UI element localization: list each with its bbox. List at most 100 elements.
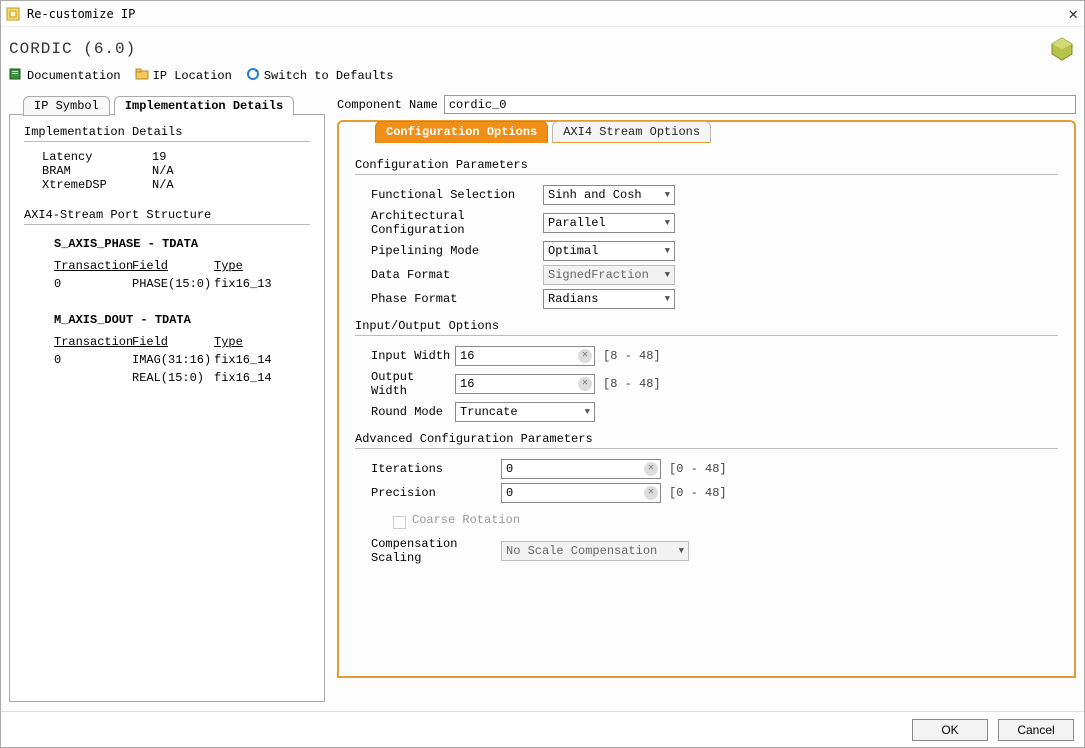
chevron-down-icon: ▼ [665,270,670,280]
ok-button[interactable]: OK [912,719,988,741]
latency-label: Latency [42,150,152,164]
functional-selection-label: Functional Selection [371,188,543,202]
cell-field: REAL(15:0) [132,371,214,385]
tab-configuration-options[interactable]: Configuration Options [375,121,548,143]
phase-format-row: Phase Format Radians ▼ [371,289,1058,309]
stream-structure-title: AXI4-Stream Port Structure [24,208,310,225]
ip-location-link[interactable]: IP Location [135,67,232,85]
cell-trans: 0 [54,353,132,367]
footer: OK Cancel [1,711,1084,747]
header-row: CORDIC (6.0) [1,27,1084,65]
output-width-hint: [8 - 48] [603,377,661,391]
switch-defaults-label: Switch to Defaults [264,69,394,83]
latency-row: Latency 19 [24,150,310,164]
architectural-config-value: Parallel [548,216,606,230]
iterations-input[interactable] [501,459,661,479]
documentation-link[interactable]: Documentation [9,67,121,85]
data-format-label: Data Format [371,268,543,282]
s-phase-cols: Transaction Field Type [54,259,310,273]
advanced-params-title: Advanced Configuration Parameters [355,432,1058,449]
tab-ip-symbol[interactable]: IP Symbol [23,96,110,116]
vendor-logo-icon [1048,35,1076,63]
input-width-hint: [8 - 48] [603,349,661,363]
reset-icon [246,67,260,85]
xdsp-row: XtremeDSP N/A [24,178,310,192]
folder-icon [135,67,149,85]
precision-label: Precision [371,486,501,500]
ip-location-label: IP Location [153,69,232,83]
bram-row: BRAM N/A [24,164,310,178]
pipelining-mode-select[interactable]: Optimal ▼ [543,241,675,261]
clear-icon[interactable]: ✕ [644,486,658,500]
left-panel: Implementation Details Latency 19 BRAM N… [9,114,325,702]
round-mode-value: Truncate [460,405,518,419]
output-width-input[interactable] [455,374,595,394]
config-params-group: Configuration Parameters Functional Sele… [355,158,1058,309]
close-button[interactable]: ✕ [1068,6,1078,22]
tab-implementation-details[interactable]: Implementation Details [114,96,294,116]
functional-selection-select[interactable]: Sinh and Cosh ▼ [543,185,675,205]
advanced-params-group: Advanced Configuration Parameters Iterat… [355,432,1058,565]
input-width-row: Input Width ✕ [8 - 48] [371,346,1058,366]
precision-hint: [0 - 48] [669,486,727,500]
functional-selection-value: Sinh and Cosh [548,188,642,202]
chevron-down-icon: ▼ [665,294,670,304]
io-options-group: Input/Output Options Input Width ✕ [8 - … [355,319,1058,422]
round-mode-row: Round Mode Truncate ▼ [371,402,1058,422]
titlebar: Re-customize IP ✕ [1,1,1084,27]
cancel-button[interactable]: Cancel [998,719,1074,741]
clear-icon[interactable]: ✕ [644,462,658,476]
book-icon [9,67,23,85]
window-title: Re-customize IP [27,7,135,21]
compensation-scaling-label: Compensation Scaling [371,537,501,565]
cell-trans: 0 [54,277,132,291]
architectural-config-select[interactable]: Parallel ▼ [543,213,675,233]
table-row: 0 PHASE(15:0) fix16_13 [54,277,310,291]
compensation-scaling-select: No Scale Compensation ▼ [501,541,689,561]
pipelining-mode-row: Pipelining Mode Optimal ▼ [371,241,1058,261]
pipelining-mode-label: Pipelining Mode [371,244,543,258]
switch-defaults-link[interactable]: Switch to Defaults [246,67,394,85]
round-mode-select[interactable]: Truncate ▼ [455,402,595,422]
link-bar: Documentation IP Location Switch to Defa… [1,65,1084,91]
xdsp-label: XtremeDSP [42,178,152,192]
phase-format-label: Phase Format [371,292,543,306]
clear-icon[interactable]: ✕ [578,349,592,363]
iterations-row: Iterations ✕ [0 - 48] [371,459,1058,479]
architectural-config-row: Architectural Configuration Parallel ▼ [371,209,1058,237]
precision-row: Precision ✕ [0 - 48] [371,483,1058,503]
main-area: IP Symbol Implementation Details Impleme… [1,91,1084,702]
right-column: Component Name Configuration Options AXI… [337,95,1076,702]
m-dout-col-type: Type [214,335,284,349]
architectural-config-label: Architectural Configuration [371,209,543,237]
input-width-input[interactable] [455,346,595,366]
component-name-row: Component Name [337,95,1076,114]
coarse-rotation-row: Coarse Rotation [371,513,1058,527]
xdsp-value: N/A [152,178,174,192]
cell-field: IMAG(31:16) [132,353,214,367]
output-width-row: Output Width ✕ [8 - 48] [371,370,1058,398]
chevron-down-icon: ▼ [585,407,590,417]
left-column: IP Symbol Implementation Details Impleme… [9,95,325,702]
bram-label: BRAM [42,164,152,178]
clear-icon[interactable]: ✕ [578,377,592,391]
phase-format-value: Radians [548,292,598,306]
component-name-input[interactable] [444,95,1076,114]
output-width-label: Output Width [371,370,455,398]
latency-value: 19 [152,150,166,164]
config-panel: Configuration Options AXI4 Stream Option… [337,120,1076,678]
window-icon [5,6,21,22]
m-dout-col-trans: Transaction [54,335,132,349]
chevron-down-icon: ▼ [665,218,670,228]
cell-field: PHASE(15:0) [132,277,214,291]
precision-input[interactable] [501,483,661,503]
pipelining-mode-value: Optimal [548,244,598,258]
phase-format-select[interactable]: Radians ▼ [543,289,675,309]
coarse-rotation-checkbox [393,516,406,529]
iterations-label: Iterations [371,462,501,476]
s-phase-col-field: Field [132,259,214,273]
m-axis-dout-header: M_AXIS_DOUT - TDATA [54,313,310,327]
tab-axi4-stream-options[interactable]: AXI4 Stream Options [552,121,711,143]
coarse-rotation-label: Coarse Rotation [412,513,520,527]
data-format-row: Data Format SignedFraction ▼ [371,265,1058,285]
